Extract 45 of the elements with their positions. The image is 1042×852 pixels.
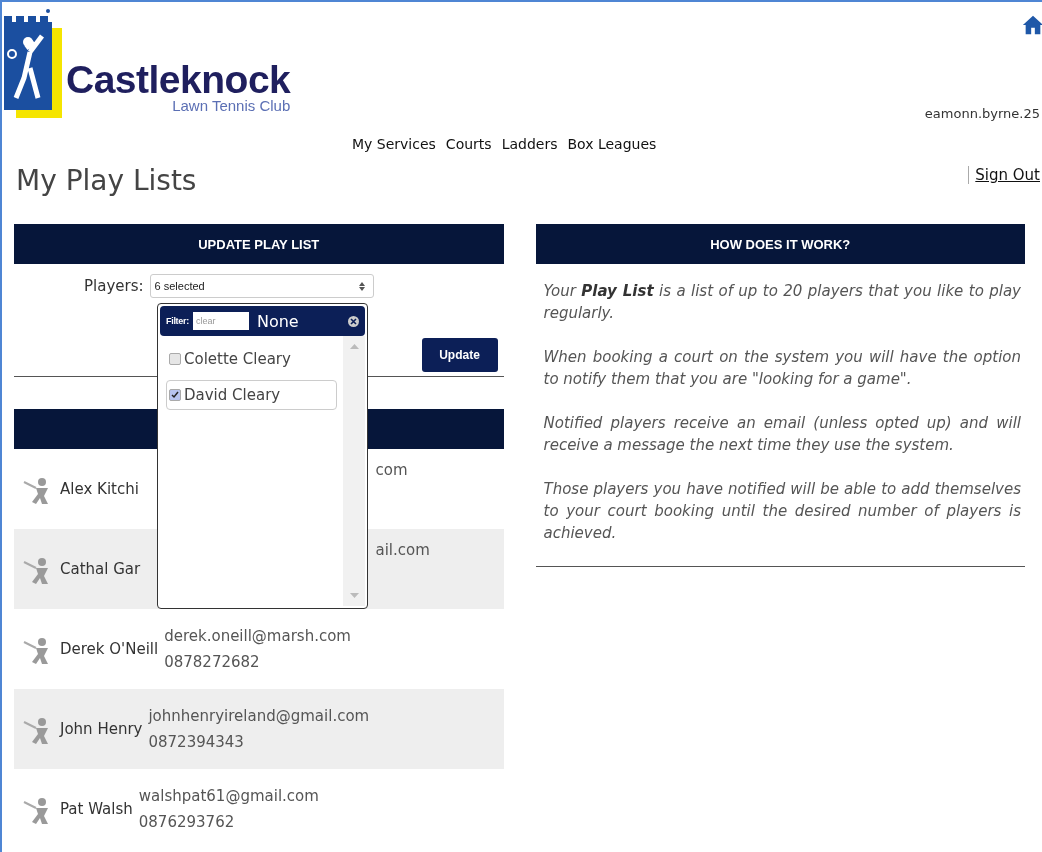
help-paragraph: Notified players receive an email (unless opted up) and will receive a message the next time they use the system. <box>543 413 1021 456</box>
player-email: johnhenryireland@gmail.com <box>148 707 370 725</box>
player-email: ail.com <box>375 541 431 559</box>
help-paragraph: Those players you have notified will be able to add themselves to your court booking until the desired number of players is achieved. <box>543 479 1021 544</box>
player-name: Pat Walsh <box>60 800 133 818</box>
update-button[interactable]: Update <box>421 338 498 372</box>
players-select[interactable]: 6 selected <box>149 274 374 298</box>
tower-logo-icon <box>2 8 62 118</box>
player-phone: 0872394343 <box>148 733 245 751</box>
scrollbar[interactable] <box>343 336 365 606</box>
nav-link[interactable]: Box Leagues <box>567 136 657 152</box>
help-paragraph: When booking a court on the system you will have the option to notify them that you are "looking for a game". <box>543 347 1021 390</box>
nav-link[interactable]: My Services <box>352 136 436 152</box>
player-email: walshpat61@gmail.com <box>138 787 319 805</box>
page-title: My Play Lists <box>16 163 197 197</box>
panel-header: HOW DOES IT WORK? <box>535 224 1025 264</box>
player-email: com <box>375 461 409 479</box>
club-tagline: Lawn Tennis Club <box>172 98 291 114</box>
help-paragraph: Your Play List is a list of up to 20 players that you like to play regularly. <box>543 281 1021 324</box>
nav-link[interactable]: Ladders <box>501 136 558 152</box>
sort-caret-icon <box>358 281 365 291</box>
player-phone: 0876293762 <box>138 813 236 831</box>
sign-out-link[interactable]: Sign Out <box>968 166 1040 184</box>
username: eamonn.byrne.25 <box>924 106 1040 121</box>
player-phone: 0878272682 <box>164 653 261 671</box>
filter-label: Filter: <box>166 316 189 326</box>
nav-link[interactable]: Courts <box>445 136 492 152</box>
filter-input[interactable]: clear <box>192 312 249 330</box>
player-name: Derek O'Neill <box>60 640 159 658</box>
club-name: Castleknock <box>66 60 291 100</box>
scroll-down-icon[interactable] <box>349 593 359 598</box>
panel-header: UPDATE PLAY LIST <box>14 224 504 264</box>
checkbox[interactable] <box>169 353 181 365</box>
close-icon[interactable] <box>348 315 359 327</box>
player-name: Alex Kitchi <box>60 480 139 498</box>
player-name: Cathal Gar <box>60 560 141 578</box>
none-link[interactable]: None <box>256 311 348 331</box>
player-email: derek.oneill@marsh.com <box>164 627 351 645</box>
player-option[interactable]: Colette Cleary <box>166 344 337 374</box>
player-option[interactable]: David Cleary <box>166 380 337 410</box>
players-label: Players: <box>84 277 144 295</box>
home-icon[interactable] <box>1022 14 1042 36</box>
checkbox[interactable] <box>169 389 181 401</box>
scroll-up-icon[interactable] <box>349 344 359 349</box>
player-name: John Henry <box>60 720 143 738</box>
